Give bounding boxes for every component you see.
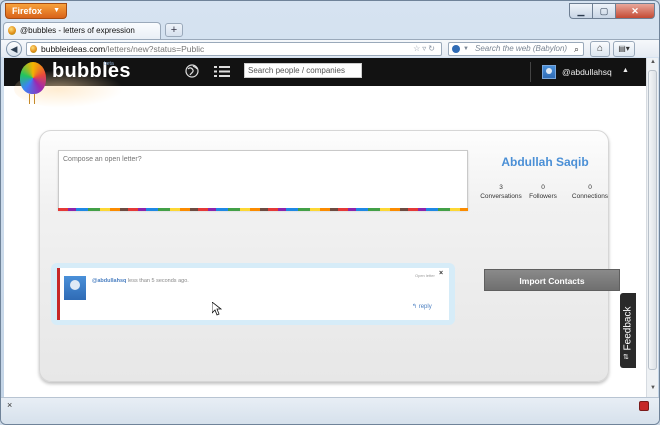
feed-open-letter-label: Open letter xyxy=(415,273,435,278)
feed-panel: @abdullahsq less than 5 seconds ago. Ope… xyxy=(51,263,455,325)
url-path: /letters/new?status=Public xyxy=(105,44,205,54)
main-card: Abdullah Saqib 3 Conversations 0 Followe… xyxy=(39,130,620,382)
firefox-menu-button[interactable]: Firefox ▼ xyxy=(5,3,67,19)
stat-connections[interactable]: 0 Connections xyxy=(565,183,615,201)
scroll-down-icon[interactable]: ▼ xyxy=(649,385,657,391)
navigation-bar: ◀ bubbleideas.com/letters/new?status=Pub… xyxy=(1,39,659,57)
feedback-icon: ⇅ xyxy=(623,354,629,361)
vertical-scrollbar[interactable]: ▲ ▼ xyxy=(646,58,658,397)
balloon-basket-icon xyxy=(29,94,35,104)
maximize-button[interactable]: ▢ xyxy=(592,3,615,19)
search-engine-icon[interactable] xyxy=(452,45,460,53)
minimize-button[interactable]: ▁ xyxy=(569,3,592,19)
firefox-menu-label: Firefox xyxy=(12,6,43,16)
globe-icon[interactable] xyxy=(185,64,199,78)
feedback-label: Feedback xyxy=(622,306,634,351)
stat-value: 0 xyxy=(588,184,592,191)
toolbar-menu-button[interactable]: ▤▾ xyxy=(613,41,635,57)
people-search-input[interactable] xyxy=(244,63,362,78)
rainbow-underline xyxy=(58,208,468,211)
scroll-up-icon[interactable]: ▲ xyxy=(649,59,657,65)
feed-meta: @abdullahsq less than 5 seconds ago. xyxy=(92,278,189,284)
window-controls: ▁ ▢ ✕ xyxy=(569,3,655,19)
addon-icon[interactable] xyxy=(639,401,649,411)
caret-up-icon[interactable]: ▲ xyxy=(622,67,629,74)
web-search-bar[interactable]: ▼ Search the web (Babylon) ⌕ xyxy=(448,42,584,56)
user-avatar[interactable] xyxy=(542,65,556,79)
import-contacts-button[interactable]: Import Contacts xyxy=(484,269,620,291)
web-search-placeholder: Search the web (Babylon) xyxy=(475,44,568,53)
balloon-favicon-icon xyxy=(8,26,16,35)
user-menu-name[interactable]: @abdullahsq xyxy=(562,67,612,77)
tab-title: @bubbles - letters of expression xyxy=(20,26,135,35)
scrollbar-thumb[interactable] xyxy=(648,70,657,370)
reply-label: reply xyxy=(418,304,432,310)
stat-value: 0 xyxy=(541,184,545,191)
profile-name[interactable]: Abdullah Saqib xyxy=(480,155,610,169)
reply-icon: ↰ xyxy=(412,304,418,310)
url-domain: bubbleideas.com xyxy=(41,44,106,54)
stat-label: Followers xyxy=(529,193,557,200)
stat-followers[interactable]: 0 Followers xyxy=(518,183,568,201)
logo-beta: beta xyxy=(104,61,114,67)
page-viewport: bubbles beta @abdullahsq ▲ Ab xyxy=(4,58,646,397)
feed-item[interactable]: @abdullahsq less than 5 seconds ago. Ope… xyxy=(57,268,449,320)
close-window-button[interactable]: ✕ xyxy=(615,3,655,19)
mouse-cursor-icon xyxy=(212,302,222,316)
app-header: bubbles beta @abdullahsq ▲ xyxy=(4,58,646,108)
feed-avatar[interactable] xyxy=(64,276,86,300)
home-button[interactable]: ⌂ xyxy=(590,41,610,57)
list-icon[interactable] xyxy=(214,65,230,78)
feedback-tab[interactable]: Feedback ⇅ xyxy=(620,293,636,368)
url-bar[interactable]: bubbleideas.com/letters/new?status=Publi… xyxy=(26,42,442,56)
tab-bubbles[interactable]: @bubbles - letters of expression xyxy=(3,22,161,39)
header-divider xyxy=(530,62,531,82)
site-identity-icon[interactable] xyxy=(30,45,37,53)
new-tab-button[interactable]: + xyxy=(165,23,183,37)
title-bar: Firefox ▼ ▁ ▢ ✕ xyxy=(1,1,659,21)
feed-time: less than 5 seconds ago. xyxy=(127,278,189,284)
balloon-logo-icon[interactable] xyxy=(20,62,46,94)
logo-text[interactable]: bubbles xyxy=(52,60,131,83)
close-icon[interactable]: × xyxy=(7,400,12,410)
url-bar-icons[interactable]: ☆▿↻ xyxy=(413,43,437,55)
compose-letter-input[interactable] xyxy=(58,150,468,210)
reply-button[interactable]: ↰ reply xyxy=(412,303,432,310)
status-bar: × xyxy=(1,397,659,424)
browser-window: Firefox ▼ ▁ ▢ ✕ @bubbles - letters of ex… xyxy=(0,0,660,425)
chevron-down-icon: ▼ xyxy=(53,7,60,14)
feed-username[interactable]: @abdullahsq xyxy=(92,278,126,284)
search-icon[interactable]: ⌕ xyxy=(574,43,579,55)
chevron-down-icon[interactable]: ▼ xyxy=(463,43,469,55)
tab-bar: @bubbles - letters of expression + xyxy=(1,21,659,39)
close-icon[interactable]: × xyxy=(439,270,443,277)
stat-label: Connections xyxy=(571,193,609,200)
back-button[interactable]: ◀ xyxy=(6,41,22,57)
